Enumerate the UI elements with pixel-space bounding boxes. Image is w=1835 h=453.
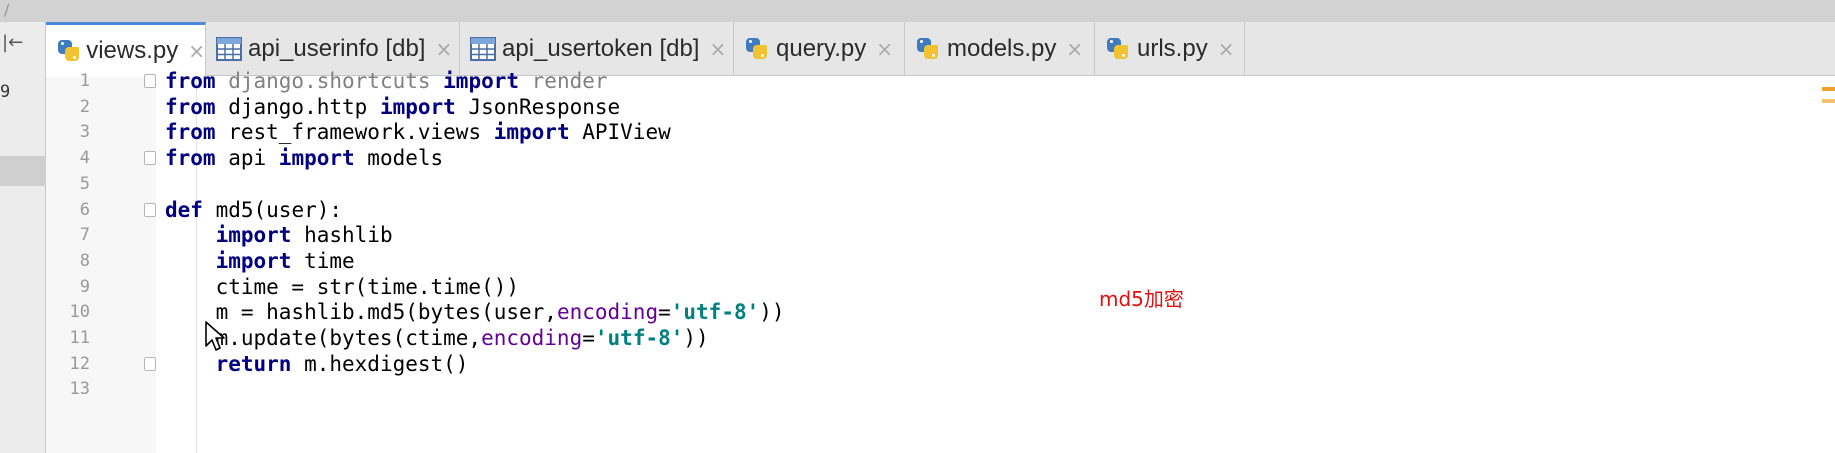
close-icon[interactable]: × [1066, 37, 1083, 61]
close-icon[interactable]: × [1218, 37, 1235, 61]
line-number: 13 [69, 379, 90, 400]
annotation-text: md5加密 [1099, 287, 1184, 311]
code-line[interactable]: 13 [46, 374, 1806, 404]
code-token: import [379, 94, 456, 119]
close-icon[interactable]: × [709, 37, 726, 61]
left-panel-number: 9 [0, 82, 11, 102]
scrollbar-warning-marker[interactable] [1822, 87, 1835, 91]
code-token: encoding [556, 300, 659, 325]
tab-label: urls.py [1137, 35, 1208, 62]
python-file-icon [1105, 36, 1131, 62]
close-icon[interactable]: × [188, 39, 205, 63]
db-table-icon [470, 37, 496, 61]
tab-label: views.py [86, 37, 179, 64]
code-token: ctime = str(time.time()) [165, 274, 520, 299]
left-tool-panel: |← 9 [0, 22, 46, 453]
code-token: )) [759, 300, 785, 325]
mouse-cursor-icon [205, 321, 225, 351]
code-token: = [658, 300, 671, 325]
code-token: api [215, 146, 279, 171]
tab-label: api_userinfo [db] [248, 35, 426, 62]
collapse-panel-icon[interactable]: |← [2, 32, 30, 58]
left-panel-selected-row[interactable] [0, 156, 46, 186]
close-icon[interactable]: × [435, 37, 452, 61]
code-token: import [443, 69, 520, 93]
code-token: 'utf-8' [670, 300, 760, 325]
tab-label: query.py [776, 35, 867, 62]
top-strip-glyph: / [4, 0, 10, 19]
code-token: django.http [215, 94, 380, 119]
code-token: from [165, 146, 216, 171]
db-table-icon [216, 37, 242, 61]
top-strip: / [0, 0, 1835, 22]
code-token: return [215, 351, 292, 376]
code-editor[interactable]: 1 from django.shortcuts import render 2 fro… [46, 69, 1835, 453]
code-token: hashlib [291, 223, 393, 248]
code-token: import [278, 146, 355, 171]
code-token: APIView [569, 120, 671, 145]
code-token: = [582, 326, 595, 350]
code-token: time [291, 248, 355, 273]
tab-label: api_usertoken [db] [502, 35, 700, 62]
close-icon[interactable]: × [876, 37, 893, 61]
code-token: rest_framework.views [215, 120, 494, 145]
python-file-icon [744, 36, 770, 62]
code-token: import [215, 223, 292, 248]
code-token: m.hexdigest() [291, 351, 469, 376]
fold-marker-icon[interactable] [144, 202, 156, 217]
code-token: md5(user): [202, 197, 343, 222]
code-token: def [165, 197, 203, 222]
fold-marker-icon[interactable] [144, 74, 156, 88]
scrollbar-marker[interactable] [1822, 99, 1835, 103]
code-token: models [354, 146, 444, 171]
fold-marker-icon[interactable] [144, 151, 156, 166]
code-token: from [165, 94, 216, 119]
code-token: from [165, 69, 216, 93]
code-token: import [215, 248, 292, 273]
fold-marker-icon[interactable] [144, 356, 156, 371]
code-token: )) [683, 326, 709, 350]
python-file-icon [915, 36, 941, 62]
code-token: render [519, 69, 608, 93]
code-token: JsonResponse [455, 94, 621, 119]
code-token: 'utf-8' [594, 326, 684, 350]
code-token: encoding [481, 326, 583, 350]
code-token: from [165, 120, 216, 145]
code-token: import [493, 120, 570, 145]
python-file-icon [56, 38, 80, 64]
tab-label: models.py [947, 35, 1057, 62]
code-token: django.shortcuts [215, 69, 444, 93]
